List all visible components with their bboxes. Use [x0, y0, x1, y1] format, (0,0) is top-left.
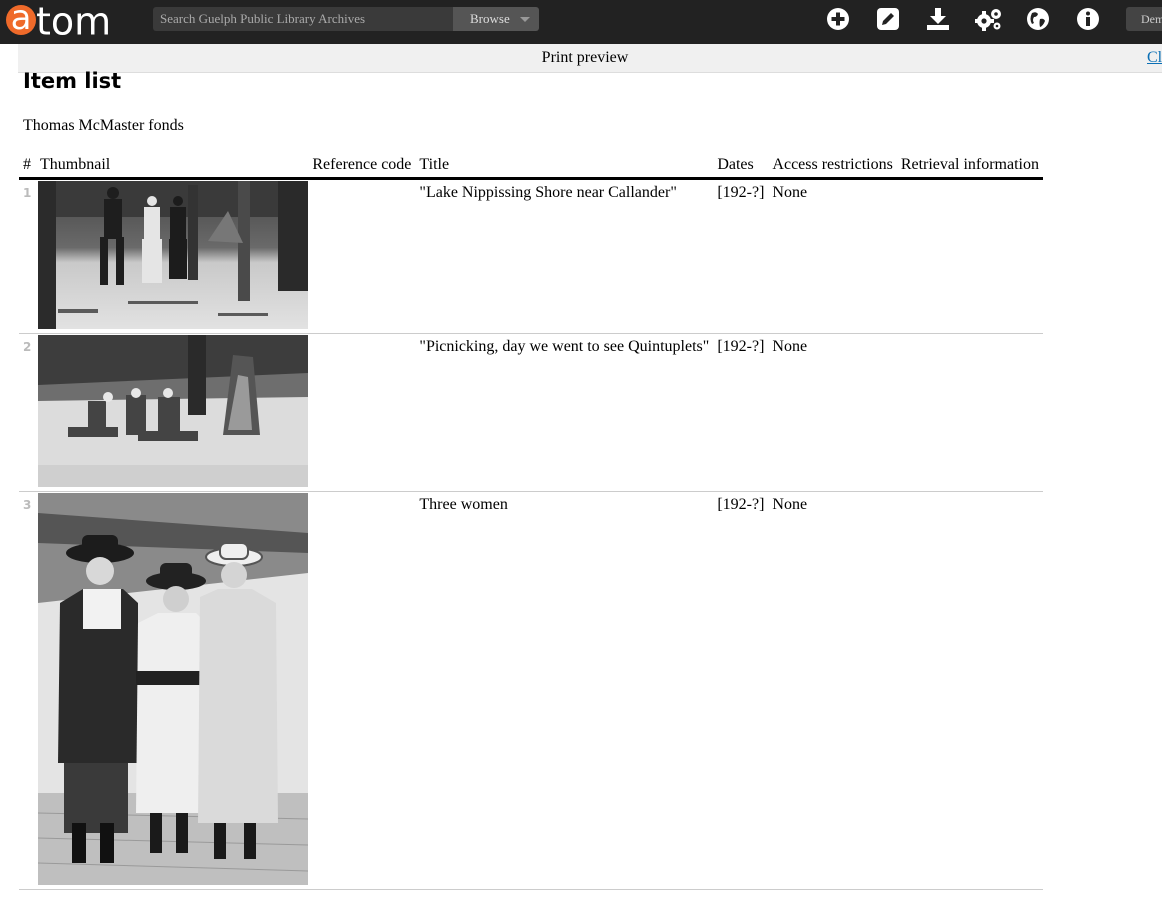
print-preview-bar: Print preview Close — [18, 44, 1162, 73]
title-cell: "Lake Nippissing Shore near Callander" — [415, 178, 714, 334]
fonds-name: Thomas McMaster fonds — [23, 117, 184, 134]
thumbnail-cell — [36, 178, 309, 334]
add-icon[interactable] — [826, 7, 850, 31]
import-icon[interactable] — [926, 7, 950, 31]
dates-cell: [192-?] — [713, 491, 769, 890]
column-header-thumbnail: Thumbnail — [36, 153, 309, 180]
thumbnail-cell — [36, 333, 309, 492]
top-navigation-bar: atom Browse — [0, 0, 1162, 44]
retrieval-information-cell — [896, 178, 1043, 334]
reference-code-cell — [308, 178, 416, 334]
thumbnail-image[interactable] — [38, 493, 308, 885]
column-header-reference-code: Reference code — [308, 153, 416, 180]
atom-logo[interactable]: a tom — [6, 0, 111, 43]
chevron-down-icon — [520, 17, 530, 22]
title-cell: Three women — [415, 491, 714, 890]
reference-code-cell — [308, 333, 416, 492]
dates-cell: [192-?] — [713, 333, 769, 492]
access-restrictions-cell: None — [768, 333, 897, 492]
row-number: 3 — [19, 491, 36, 890]
table-row: 3 Three women [192-?] None — [19, 491, 1043, 890]
row-number: 2 — [19, 333, 36, 492]
settings-icon[interactable] — [975, 7, 1003, 31]
column-header-number: # — [19, 153, 36, 180]
language-icon[interactable] — [1026, 7, 1050, 31]
retrieval-information-cell — [896, 491, 1043, 890]
info-icon[interactable] — [1076, 7, 1100, 31]
table-row: 2 "Picnicking, day we went to see Quintu… — [19, 333, 1043, 492]
browse-button[interactable]: Browse — [453, 7, 539, 31]
table-header-row: # Thumbnail Reference code Title Dates A… — [19, 153, 1043, 180]
thumbnail-image[interactable] — [38, 335, 308, 487]
search-input[interactable] — [153, 7, 453, 31]
thumbnail-cell — [36, 491, 309, 890]
page-title: Item list — [23, 69, 122, 93]
edit-icon[interactable] — [876, 7, 900, 31]
column-header-title: Title — [415, 153, 714, 180]
print-preview-label: Print preview — [541, 49, 629, 66]
column-header-access-restrictions: Access restrictions — [768, 153, 897, 180]
row-number: 1 — [19, 178, 36, 334]
logo-text: tom — [36, 0, 112, 44]
table-row: 1 "Lake Nippissing Shore near Callander"… — [19, 178, 1043, 334]
close-print-preview-link[interactable]: Close — [1147, 49, 1162, 67]
column-header-retrieval-information: Retrieval information — [896, 153, 1043, 180]
thumbnail-image[interactable] — [38, 181, 308, 329]
logo-letter: a — [6, 1, 36, 35]
title-cell: "Picnicking, day we went to see Quintupl… — [415, 333, 714, 492]
retrieval-information-cell — [896, 333, 1043, 492]
user-menu-button[interactable]: Demo — [1126, 7, 1162, 31]
reference-code-cell — [308, 491, 416, 890]
dates-cell: [192-?] — [713, 178, 769, 334]
item-list-table: # Thumbnail Reference code Title Dates A… — [19, 153, 1043, 890]
access-restrictions-cell: None — [768, 491, 897, 890]
browse-label: Browse — [470, 11, 510, 26]
column-header-dates: Dates — [713, 153, 769, 180]
access-restrictions-cell: None — [768, 178, 897, 334]
